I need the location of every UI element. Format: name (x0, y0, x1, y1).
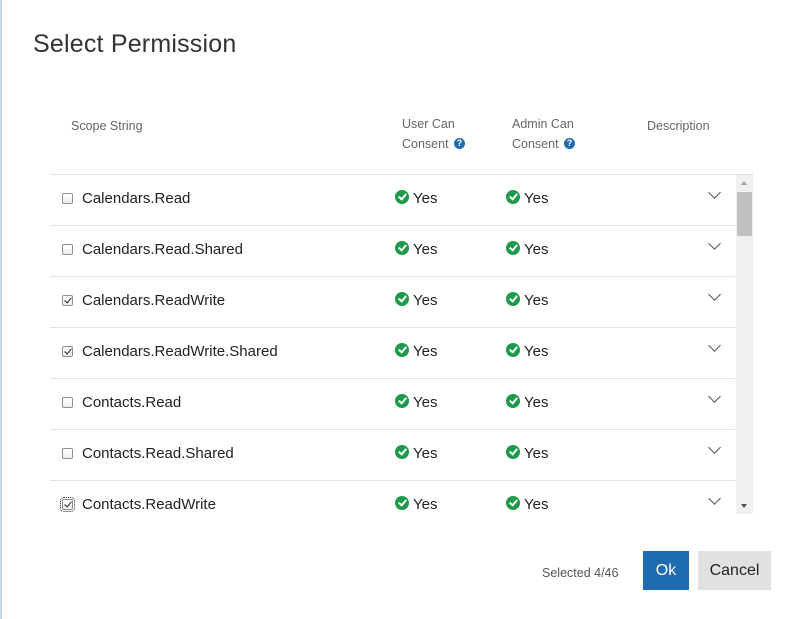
help-icon[interactable]: ? (564, 138, 576, 150)
user-consent-value: Yes (413, 496, 438, 513)
user-consent-cell: Yes (395, 394, 437, 411)
user-consent-cell: Yes (395, 496, 437, 513)
scope-string: Contacts.Read.Shared (82, 445, 234, 462)
table-row[interactable]: Contacts.Read.Shared Yes Yes (50, 430, 735, 481)
column-header-admin-line1: Admin Can (512, 117, 574, 131)
table-row[interactable]: Contacts.ReadWrite Yes Yes (50, 481, 735, 515)
vertical-scrollbar[interactable] (736, 175, 753, 514)
chevron-down-icon[interactable] (708, 288, 721, 301)
check-circle-icon (506, 292, 520, 307)
user-consent-value: Yes (413, 241, 438, 258)
scope-string: Calendars.Read.Shared (82, 241, 243, 258)
column-header-user-line1: User Can (402, 117, 455, 131)
user-consent-value: Yes (413, 292, 438, 309)
user-consent-cell: Yes (395, 292, 437, 309)
table-row[interactable]: Calendars.Read.Shared Yes Yes (50, 226, 735, 277)
admin-consent-cell: Yes (506, 394, 548, 411)
table-row[interactable]: Calendars.ReadWrite.Shared Yes Yes (50, 328, 735, 379)
admin-consent-value: Yes (524, 496, 549, 513)
ok-button[interactable]: Ok (643, 551, 689, 590)
column-header-admin-line2: Consent (512, 137, 559, 151)
check-circle-icon (506, 343, 520, 358)
scope-string: Calendars.ReadWrite (82, 292, 226, 309)
check-circle-icon (506, 241, 520, 256)
admin-consent-value: Yes (524, 292, 549, 309)
row-checkbox[interactable] (62, 448, 73, 459)
cancel-button[interactable]: Cancel (698, 551, 771, 590)
admin-consent-cell: Yes (506, 241, 548, 258)
user-consent-value: Yes (413, 190, 438, 207)
check-circle-icon (506, 445, 520, 460)
scope-string: Calendars.ReadWrite.Shared (82, 343, 278, 360)
user-consent-cell: Yes (395, 445, 437, 462)
check-circle-icon (395, 241, 409, 256)
row-checkbox[interactable] (62, 346, 73, 357)
table-row[interactable]: Calendars.Read Yes Yes (50, 175, 735, 226)
user-consent-cell: Yes (395, 241, 437, 258)
user-consent-value: Yes (413, 445, 438, 462)
user-consent-value: Yes (413, 394, 438, 411)
scroll-up-arrow-icon[interactable] (736, 175, 753, 192)
row-checkbox[interactable] (62, 244, 73, 255)
admin-consent-cell: Yes (506, 343, 548, 360)
dialog-title: Select Permission (33, 30, 237, 58)
admin-consent-cell: Yes (506, 496, 548, 513)
column-header-admin-consent: Admin Can Consent ? (512, 114, 576, 154)
check-circle-icon (395, 343, 409, 358)
selected-count: Selected 4/46 (542, 566, 619, 580)
user-consent-cell: Yes (395, 190, 437, 207)
scope-string: Calendars.Read (82, 190, 191, 207)
scrollbar-thumb[interactable] (737, 192, 752, 236)
select-permission-dialog: Select Permission Scope String User Can … (0, 0, 795, 619)
column-header-description: Description (647, 119, 710, 133)
chevron-down-icon[interactable] (708, 339, 721, 352)
admin-consent-value: Yes (524, 241, 549, 258)
scope-string: Contacts.ReadWrite (82, 496, 216, 513)
admin-consent-value: Yes (524, 394, 549, 411)
column-header-scope: Scope String (71, 119, 143, 133)
table-row[interactable]: Calendars.ReadWrite Yes Yes (50, 277, 735, 328)
user-consent-value: Yes (413, 343, 438, 360)
permission-table: Calendars.Read Yes Yes Calendars.Read.Share… (50, 174, 753, 515)
help-icon[interactable]: ? (454, 138, 466, 150)
check-circle-icon (395, 292, 409, 307)
check-circle-icon (395, 190, 409, 205)
row-checkbox[interactable] (62, 295, 73, 306)
row-checkbox[interactable] (62, 397, 73, 408)
chevron-down-icon[interactable] (708, 390, 721, 403)
admin-consent-cell: Yes (506, 292, 548, 309)
column-header-user-line2: Consent (402, 137, 449, 151)
admin-consent-cell: Yes (506, 190, 548, 207)
chevron-down-icon[interactable] (708, 492, 721, 505)
check-circle-icon (395, 394, 409, 409)
chevron-down-icon[interactable] (708, 441, 721, 454)
scroll-down-arrow-icon[interactable] (736, 497, 753, 514)
row-checkbox[interactable] (60, 497, 75, 512)
table-row[interactable]: Contacts.Read Yes Yes (50, 379, 735, 430)
check-circle-icon (506, 394, 520, 409)
scope-string: Contacts.Read (82, 394, 182, 411)
admin-consent-value: Yes (524, 343, 549, 360)
column-header-user-consent: User Can Consent ? (402, 114, 466, 154)
check-circle-icon (506, 496, 520, 511)
admin-consent-cell: Yes (506, 445, 548, 462)
chevron-down-icon[interactable] (708, 237, 721, 250)
user-consent-cell: Yes (395, 343, 437, 360)
permission-rows: Calendars.Read Yes Yes Calendars.Read.Share… (50, 175, 735, 515)
chevron-down-icon[interactable] (708, 186, 721, 199)
check-circle-icon (395, 496, 409, 511)
check-circle-icon (395, 445, 409, 460)
row-checkbox[interactable] (62, 193, 73, 204)
admin-consent-value: Yes (524, 190, 549, 207)
check-circle-icon (506, 190, 520, 205)
admin-consent-value: Yes (524, 445, 549, 462)
